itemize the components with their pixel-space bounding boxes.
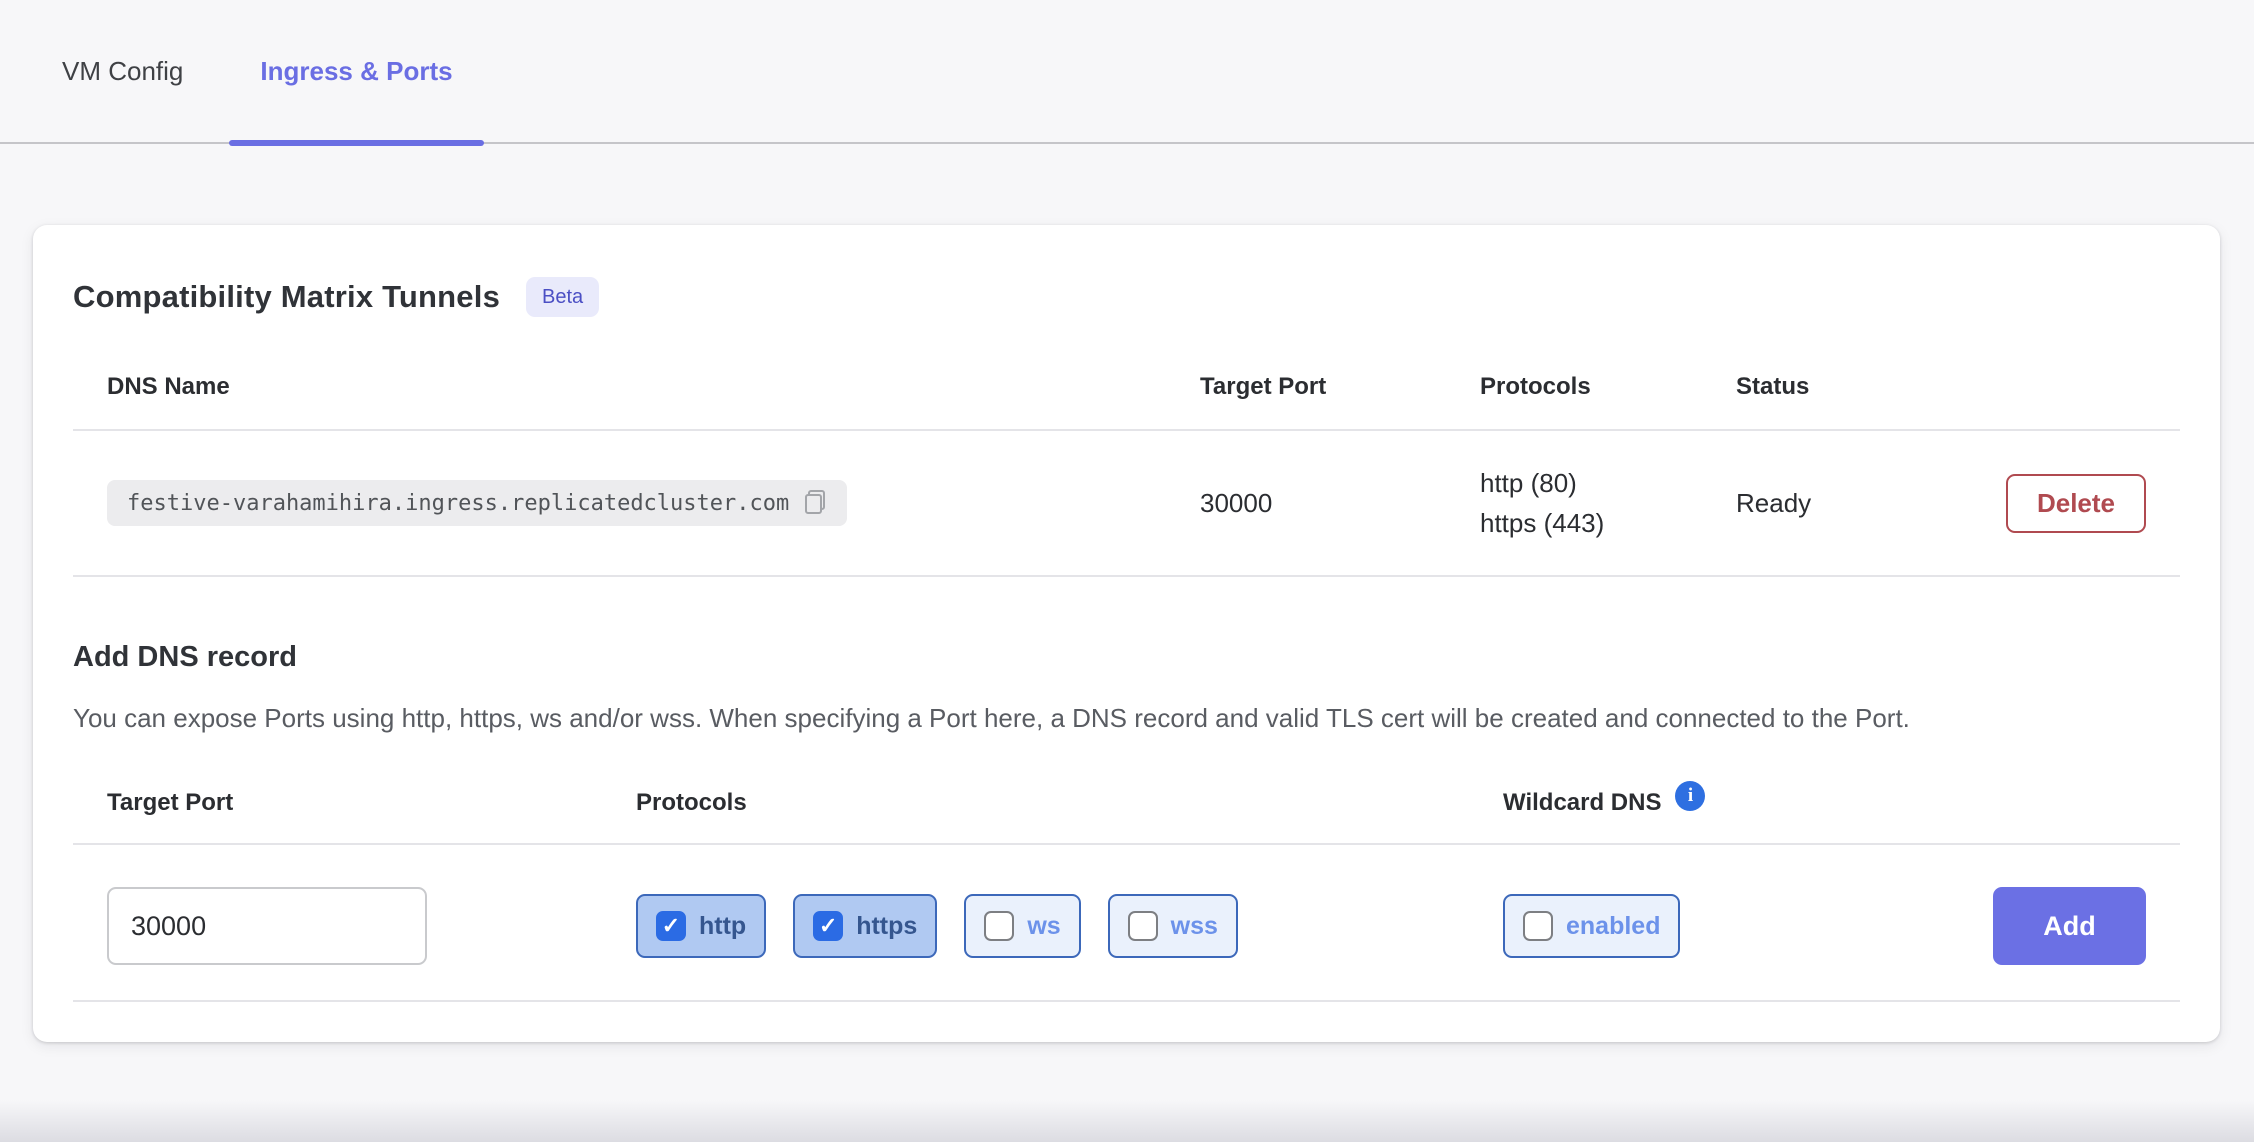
status-cell: Ready: [1736, 488, 1993, 519]
checkbox-https[interactable]: https: [793, 894, 937, 958]
protocol-http-line: http (80): [1480, 463, 1736, 503]
tunnels-table-header: DNS Name Target Port Protocols Status: [73, 373, 2180, 431]
col-header-protocols: Protocols: [1480, 373, 1736, 401]
checkbox-wildcard-label: enabled: [1566, 912, 1660, 941]
checkbox-ws[interactable]: ws: [964, 894, 1080, 958]
panel-title: Compatibility Matrix Tunnels: [73, 279, 500, 315]
add-form-header: Target Port Protocols Wildcard DNS i: [73, 789, 2180, 845]
checkbox-ws-icon: [984, 911, 1014, 941]
target-port-field-cell: [107, 887, 636, 965]
delete-button[interactable]: Delete: [2006, 474, 2146, 533]
col-header-target-port: Target Port: [1200, 373, 1480, 401]
form-header-protocols: Protocols: [636, 789, 1503, 817]
info-icon[interactable]: i: [1675, 781, 1705, 811]
checkbox-http-label: http: [699, 912, 746, 941]
checkbox-wildcard-icon: [1523, 911, 1553, 941]
col-header-status: Status: [1736, 373, 1993, 401]
protocol-pill-group: http https ws wss: [636, 894, 1503, 958]
tab-bar: VM Config Ingress & Ports: [0, 0, 2254, 144]
tunnel-table-row: festive-varahamihira.ingress.replicatedc…: [73, 431, 2180, 577]
wildcard-field-cell: enabled: [1503, 894, 1933, 958]
checkbox-wss-label: wss: [1171, 912, 1218, 941]
add-dns-record-description: You can expose Ports using http, https, …: [73, 698, 2083, 739]
add-dns-record-title: Add DNS record: [73, 641, 2180, 674]
tunnels-panel: Compatibility Matrix Tunnels Beta DNS Na…: [33, 225, 2220, 1042]
checkbox-http[interactable]: http: [636, 894, 766, 958]
form-actions: Add: [1993, 887, 2146, 965]
checkbox-https-icon: [813, 911, 843, 941]
checkbox-wss[interactable]: wss: [1108, 894, 1238, 958]
add-form-row: http https ws wss enabled Add: [73, 845, 2180, 1002]
checkbox-wildcard-enabled[interactable]: enabled: [1503, 894, 1680, 958]
checkbox-wss-icon: [1128, 911, 1158, 941]
row-actions: Delete: [2006, 474, 2146, 533]
dns-name-pill: festive-varahamihira.ingress.replicatedc…: [107, 480, 847, 526]
copy-icon[interactable]: [803, 490, 827, 516]
col-header-dns-name: DNS Name: [107, 373, 1200, 401]
form-header-wildcard-dns: Wildcard DNS i: [1503, 789, 1933, 817]
add-button[interactable]: Add: [1993, 887, 2146, 965]
checkbox-https-label: https: [856, 912, 917, 941]
wildcard-dns-label: Wildcard DNS: [1503, 789, 1661, 817]
tab-vm-config[interactable]: VM Config: [62, 0, 183, 143]
tab-vm-config-label: VM Config: [62, 56, 183, 87]
tab-ingress-ports[interactable]: Ingress & Ports: [229, 0, 483, 143]
protocol-https-line: https (443): [1480, 503, 1736, 543]
beta-badge: Beta: [526, 277, 599, 317]
dns-name-value: festive-varahamihira.ingress.replicatedc…: [127, 491, 789, 516]
target-port-input[interactable]: [107, 887, 427, 965]
dns-name-cell: festive-varahamihira.ingress.replicatedc…: [107, 480, 1200, 526]
panel-title-row: Compatibility Matrix Tunnels Beta: [73, 225, 2180, 317]
card-bottom-padding: [73, 1002, 2180, 1042]
form-header-target-port: Target Port: [107, 789, 636, 817]
target-port-cell: 30000: [1200, 488, 1480, 519]
protocols-cell: http (80) https (443): [1480, 463, 1736, 543]
checkbox-http-icon: [656, 911, 686, 941]
checkbox-ws-label: ws: [1027, 912, 1060, 941]
tab-ingress-ports-label: Ingress & Ports: [260, 56, 452, 87]
